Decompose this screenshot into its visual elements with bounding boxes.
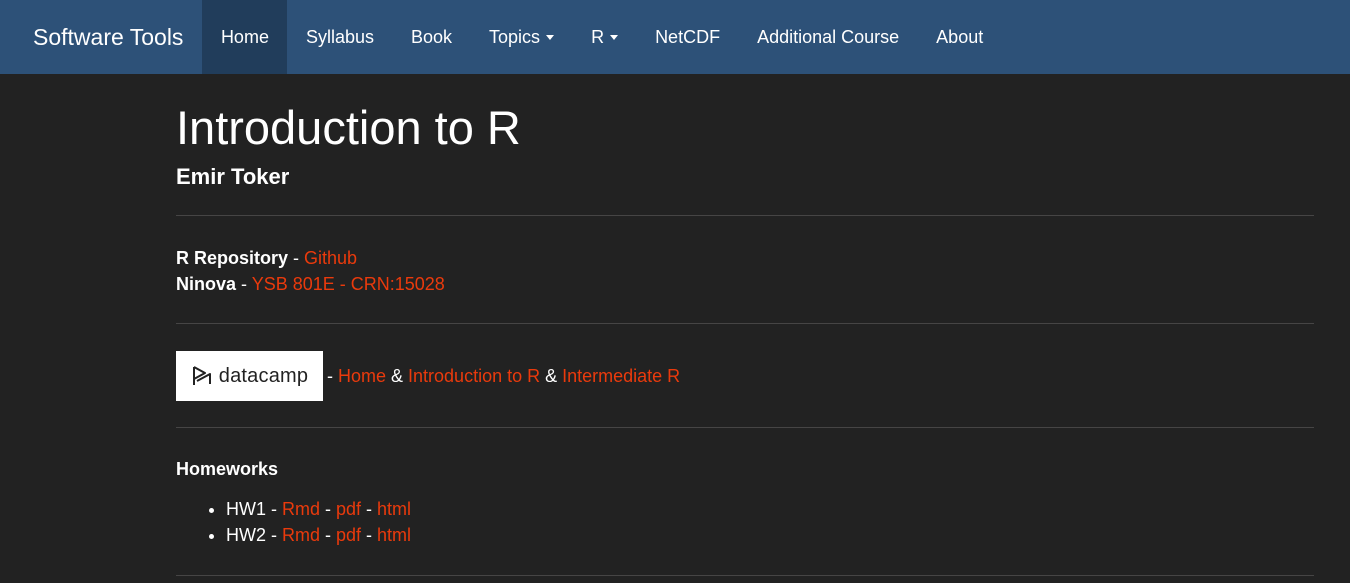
nav-item-r-dropdown[interactable]: R bbox=[573, 0, 637, 74]
nav-item-label: R bbox=[591, 26, 605, 47]
divider bbox=[176, 323, 1314, 324]
homework-list: HW1 - Rmd - pdf - html HW2 - Rmd - pdf -… bbox=[176, 496, 1314, 548]
divider bbox=[176, 427, 1314, 428]
ampersand: & bbox=[540, 365, 563, 386]
page-title: Introduction to R bbox=[176, 101, 521, 154]
datacamp-row: datacamp - Home & Introduction to R & In… bbox=[176, 351, 1314, 401]
homework-name: HW2 bbox=[226, 525, 266, 545]
navbar-brand[interactable]: Software Tools bbox=[0, 0, 202, 74]
nav-item-netcdf[interactable]: NetCDF bbox=[637, 0, 739, 74]
datacamp-logo-text: datacamp bbox=[218, 364, 309, 387]
hw1-pdf-link[interactable]: pdf bbox=[336, 499, 361, 519]
ampersand: & bbox=[386, 365, 409, 386]
datacamp-logo: datacamp bbox=[176, 351, 323, 401]
hw2-rmd-link[interactable]: Rmd bbox=[282, 525, 320, 545]
ninova-line: Ninova - YSB 801E - CRN:15028 bbox=[176, 271, 1314, 297]
top-navbar: Software Tools Home Syllabus Book Topics… bbox=[0, 0, 1350, 74]
nav-item-topics-dropdown[interactable]: Topics bbox=[471, 0, 573, 74]
separator: - bbox=[266, 499, 282, 519]
repository-links: R Repository - Github Ninova - YSB 801E … bbox=[176, 245, 1314, 297]
nav-item-additional-course[interactable]: Additional Course bbox=[739, 0, 918, 74]
hw1-rmd-link[interactable]: Rmd bbox=[282, 499, 320, 519]
nav-item-label: NetCDF bbox=[655, 26, 721, 47]
nav-item-label: About bbox=[936, 26, 984, 47]
github-link[interactable]: Github bbox=[304, 248, 357, 268]
nav-item-label: Home bbox=[220, 26, 269, 47]
page-author: Emir Toker bbox=[176, 164, 290, 189]
r-repository-line: R Repository - Github bbox=[176, 245, 1314, 271]
r-repository-label: R Repository bbox=[176, 248, 289, 268]
nav-item-label: Book bbox=[411, 26, 453, 47]
hw2-pdf-link[interactable]: pdf bbox=[336, 525, 361, 545]
nav-item-about[interactable]: About bbox=[918, 0, 1002, 74]
separator: - bbox=[327, 365, 338, 386]
nav-menu: Home Syllabus Book Topics R NetCDF Addit… bbox=[202, 0, 1001, 74]
datacamp-links: - Home & Introduction to R & Intermediat… bbox=[327, 366, 680, 387]
nav-item-book[interactable]: Book bbox=[393, 0, 471, 74]
ninova-course-link[interactable]: YSB 801E - CRN:15028 bbox=[252, 274, 445, 294]
datacamp-intermediate-r-link[interactable]: Intermediate R bbox=[562, 366, 680, 386]
hw2-html-link[interactable]: html bbox=[377, 525, 411, 545]
nav-item-label: Topics bbox=[489, 26, 541, 47]
datacamp-home-link[interactable]: Home bbox=[338, 366, 386, 386]
datacamp-mark-icon bbox=[192, 366, 211, 385]
separator: - bbox=[288, 248, 305, 268]
caret-down-icon bbox=[610, 34, 619, 40]
homeworks-heading: Homeworks bbox=[176, 459, 279, 479]
divider bbox=[176, 575, 1314, 576]
caret-down-icon bbox=[546, 34, 555, 40]
separator: - bbox=[361, 499, 378, 519]
separator: - bbox=[236, 274, 252, 294]
separator: - bbox=[361, 525, 378, 545]
separator: - bbox=[320, 525, 337, 545]
nav-item-syllabus[interactable]: Syllabus bbox=[287, 0, 392, 74]
main-content: Introduction to R Emir Toker R Repositor… bbox=[176, 74, 1314, 576]
list-item: HW2 - Rmd - pdf - html bbox=[226, 522, 1314, 548]
nav-item-label: Additional Course bbox=[757, 26, 900, 47]
nav-item-home[interactable]: Home bbox=[202, 0, 288, 74]
nav-item-label: Syllabus bbox=[305, 26, 374, 47]
separator: - bbox=[320, 499, 337, 519]
datacamp-intro-r-link[interactable]: Introduction to R bbox=[408, 366, 540, 386]
hw1-html-link[interactable]: html bbox=[377, 499, 411, 519]
divider bbox=[176, 215, 1314, 216]
separator: - bbox=[266, 525, 282, 545]
ninova-label: Ninova bbox=[176, 274, 237, 294]
homework-name: HW1 bbox=[226, 499, 266, 519]
list-item: HW1 - Rmd - pdf - html bbox=[226, 496, 1314, 522]
